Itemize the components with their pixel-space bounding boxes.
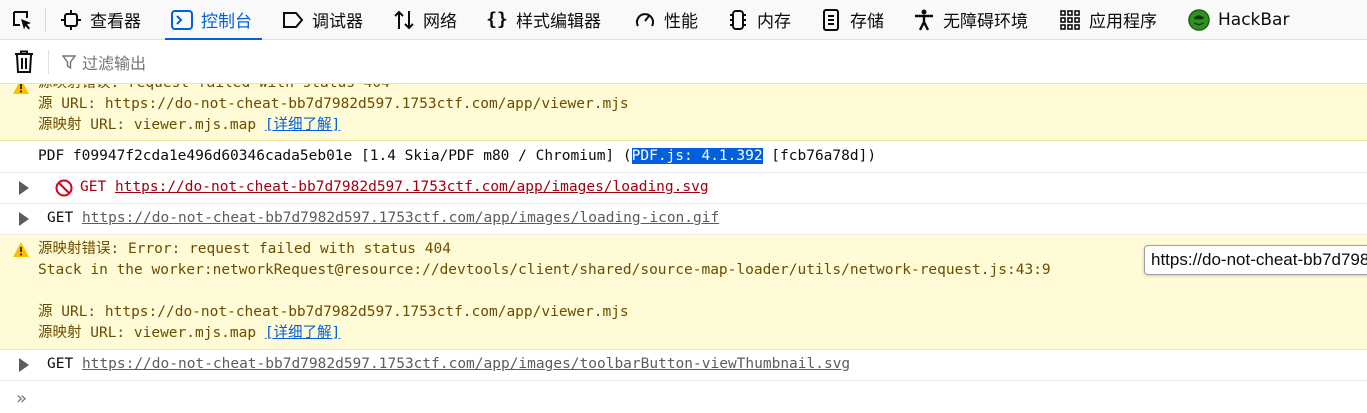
request-url-link[interactable]: https://do-not-cheat-bb7d7982d597.1753ct… [115,179,709,195]
memory-icon [727,9,749,31]
console-message-network-error: GET https://do-not-cheat-bb7d7982d597.17… [0,173,1367,204]
request-method: GET [80,179,107,195]
log-text: PDF f09947f2cda1e496d60346cada5eb01e [1.… [38,148,632,164]
tab-debugger[interactable]: 调试器 [282,0,363,39]
network-icon [393,9,415,31]
toolbar-separator [45,8,46,32]
tab-memory[interactable]: 内存 [727,0,791,39]
source-url-text: 源 URL: https://do-not-cheat-bb7d7982d597… [38,304,629,320]
console-input-prompt[interactable]: » [16,390,27,408]
console-message-warning: 源映射错误: request failed with status 404 源 … [0,84,1367,141]
learn-more-link[interactable]: [详细了解] [265,117,340,133]
sourcemap-url-text: 源映射 URL: viewer.mjs.map [38,325,265,341]
expand-arrow-icon[interactable] [19,212,29,226]
storage-icon [820,8,842,31]
trash-icon [15,50,33,73]
clear-console-button[interactable] [12,49,36,75]
expand-arrow-icon[interactable] [19,181,29,195]
tab-label: 无障碍环境 [943,12,1028,32]
request-method: GET [47,356,74,372]
accessibility-icon [913,9,935,31]
log-text-line[interactable]: PDF f09947f2cda1e496d60346cada5eb01e [1.… [38,146,876,167]
devtools-toolbar: 查看器 控制台 调试器 网络 {} 样式编辑器 性能 内存 存储 无障碍环境 应… [0,0,1367,40]
tab-application[interactable]: 应用程序 [1059,0,1157,39]
tab-accessibility[interactable]: 无障碍环境 [913,0,1028,39]
tab-label: 性能 [664,12,698,32]
expand-arrow-icon[interactable] [19,358,29,372]
network-request-line: GET https://do-not-cheat-bb7d7982d597.17… [47,354,850,375]
sourcemap-url-line: 源映射 URL: viewer.mjs.map [详细了解] [38,323,340,344]
warning-text: 源映射错误: Error: request failed with status… [38,241,451,257]
element-picker-button[interactable] [9,7,35,33]
log-text-suffix: [fcb76a78d]) [762,148,877,164]
console-icon [171,9,193,31]
tab-label: 调试器 [312,12,363,32]
request-method: GET [47,210,74,226]
console-message-network: GET https://do-not-cheat-bb7d7982d597.17… [0,350,1367,381]
request-url-link[interactable]: https://do-not-cheat-bb7d7982d597.1753ct… [82,356,850,372]
inspector-icon [60,9,82,31]
warning-text: 源映射错误: request failed with status 404 [38,84,390,94]
sourcemap-url-line: 源映射 URL: viewer.mjs.map [详细了解] [38,115,340,136]
tab-performance[interactable]: 性能 [634,0,698,39]
console-message-log: PDF f09947f2cda1e496d60346cada5eb01e [1.… [0,141,1367,173]
tab-network[interactable]: 网络 [393,0,457,39]
hackbar-icon [1188,8,1210,31]
source-url-text: 源 URL: https://do-not-cheat-bb7d7982d597… [38,96,629,112]
console-message-network: GET https://do-not-cheat-bb7d7982d597.17… [0,204,1367,235]
element-picker-icon [13,11,31,30]
selected-text: PDF.js: 4.1.392 [631,148,763,164]
tab-label: 查看器 [90,12,141,32]
performance-icon [634,9,656,31]
debugger-icon [282,9,304,31]
tab-hackbar[interactable]: HackBar [1188,0,1289,39]
tab-storage[interactable]: 存储 [820,0,884,39]
tab-console[interactable]: 控制台 [165,0,262,40]
learn-more-link[interactable]: [详细了解] [265,325,340,341]
filter-icon [62,55,76,69]
error-icon [55,179,73,197]
tab-label: 应用程序 [1089,12,1157,32]
tab-inspector[interactable]: 查看器 [60,0,141,39]
style-editor-icon: {} [486,9,508,30]
warning-icon [13,242,29,257]
network-request-line: GET https://do-not-cheat-bb7d7982d597.17… [47,208,719,229]
filter-placeholder: 过滤输出 [82,54,147,73]
tab-label: 内存 [757,12,791,32]
tab-label: 控制台 [201,12,252,32]
url-tooltip: https://do-not-cheat-bb7d7982d597.1753ct… [1144,245,1367,275]
warning-icon [13,84,29,94]
application-icon [1059,9,1081,31]
stack-trace-text: Stack in the worker:networkRequest@resou… [38,262,1051,278]
tab-label: 网络 [423,12,457,32]
tab-style-editor[interactable]: {} 样式编辑器 [486,0,601,39]
request-url-link[interactable]: https://do-not-cheat-bb7d7982d597.1753ct… [82,210,719,226]
filter-separator [48,50,49,74]
tab-label: HackBar [1218,9,1290,30]
filter-input[interactable]: 过滤输出 [62,50,146,74]
sourcemap-url-text: 源映射 URL: viewer.mjs.map [38,117,265,133]
tab-label: 存储 [850,12,884,32]
console-filter-bar: 过滤输出 [0,40,1367,84]
network-request-line: GET https://do-not-cheat-bb7d7982d597.17… [80,177,709,198]
tab-label: 样式编辑器 [516,12,601,32]
